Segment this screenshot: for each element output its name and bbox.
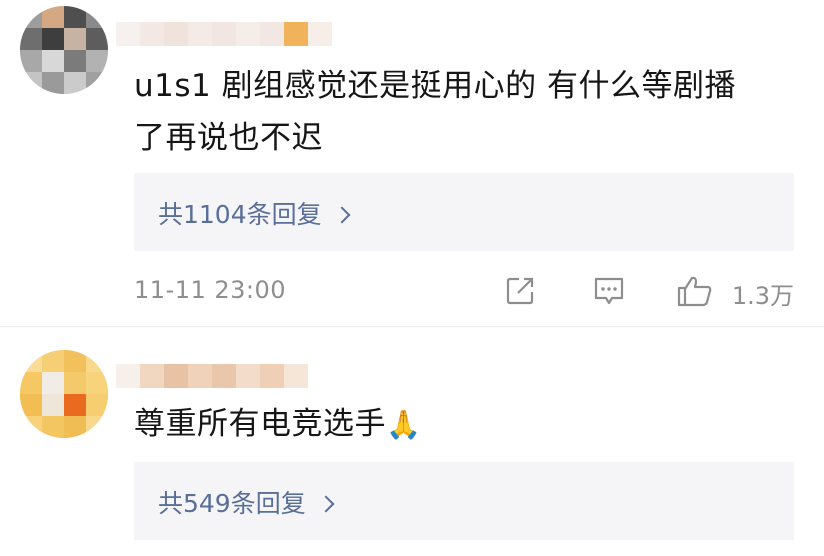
replies-count-label: 共549条回复 xyxy=(158,489,306,518)
comment-text: 尊重所有电竞选手🙏 xyxy=(134,398,421,451)
view-replies-link[interactable]: 共1104条回复 xyxy=(158,195,351,231)
replies-count-label: 共1104条回复 xyxy=(158,200,322,229)
comment-text: u1s1 剧组感觉还是挺用心的 有什么等剧播 了再说也不迟 xyxy=(134,60,736,164)
comment-icon xyxy=(594,277,624,305)
share-button[interactable] xyxy=(503,274,537,312)
comment-line: u1s1 剧组感觉还是挺用心的 有什么等剧播 xyxy=(134,68,736,104)
share-icon xyxy=(506,277,534,305)
username-blurred[interactable] xyxy=(116,22,332,46)
like-button[interactable] xyxy=(676,274,714,312)
like-icon xyxy=(677,276,712,307)
comment-actions: 11-11 23:00 1.3万 xyxy=(134,274,794,310)
username-blurred[interactable] xyxy=(116,364,310,388)
comment-button[interactable] xyxy=(591,274,627,312)
view-replies-link[interactable]: 共549条回复 xyxy=(158,484,335,520)
like-count: 1.3万 xyxy=(731,282,794,310)
comment-line: 了再说也不迟 xyxy=(134,120,323,156)
comment-divider xyxy=(0,326,824,327)
replies-box[interactable]: 共549条回复 xyxy=(134,462,794,540)
avatar[interactable] xyxy=(20,6,108,94)
comment-line: 尊重所有电竞选手 xyxy=(134,406,386,442)
timestamp: 11-11 23:00 xyxy=(134,276,287,304)
replies-box[interactable]: 共1104条回复 xyxy=(134,173,794,251)
chevron-right-icon xyxy=(317,495,335,513)
pray-emoji-icon: 🙏 xyxy=(386,408,422,441)
chevron-right-icon xyxy=(333,206,351,224)
avatar[interactable] xyxy=(20,350,108,438)
